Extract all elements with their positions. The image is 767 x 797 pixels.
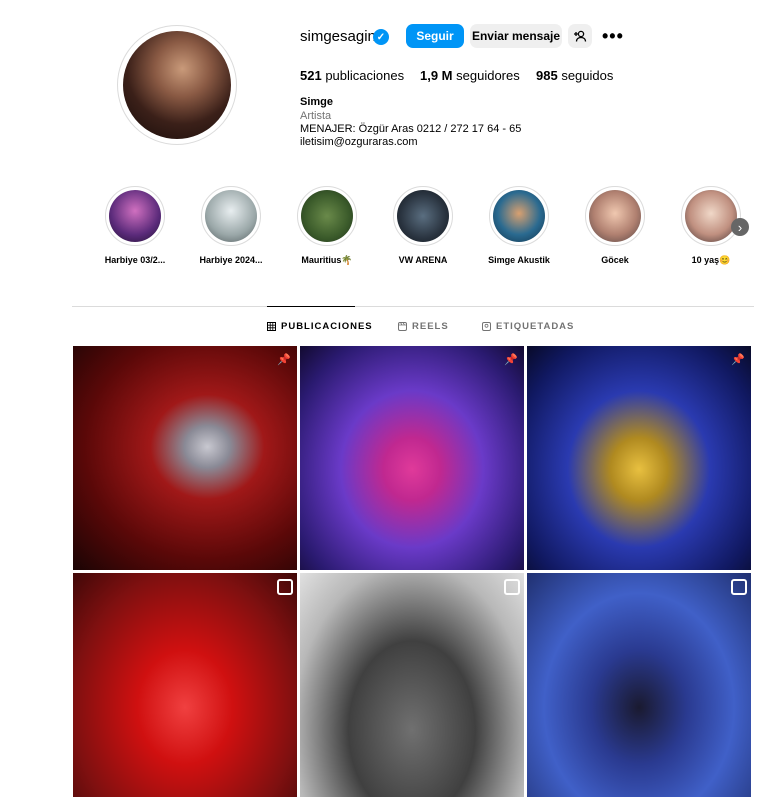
highlight-item[interactable]: VW ARENA [383,186,463,265]
reels-icon [398,322,407,331]
following-stat[interactable]: 985 seguidos [536,68,613,83]
avatar-image [123,31,231,139]
username: simgesagin [300,28,376,45]
clip-icon [504,579,520,595]
post-thumbnail[interactable] [300,573,524,797]
following-count: 985 [536,68,558,83]
highlight-ring [297,186,357,246]
highlight-ring [489,186,549,246]
followers-count: 1,9 M [420,68,453,83]
tagged-icon [482,322,491,331]
pin-icon: 📌 [731,353,745,366]
followers-label: seguidores [456,68,520,83]
bio-name: Simge [300,96,334,108]
clip-icon [731,579,747,595]
follow-button[interactable]: Seguir [406,24,464,48]
tab-label: PUBLICACIONES [281,321,373,332]
followers-stat[interactable]: 1,9 M seguidores [420,68,520,83]
chevron-right-icon[interactable]: › [731,218,749,236]
highlight-label: Simge Akustik [488,255,550,265]
highlight-image [205,190,257,242]
highlight-ring [105,186,165,246]
bio-manager: MENAJER: Özgür Aras 0212 / 272 17 64 - 6… [300,123,522,135]
tab-label: REELS [412,321,449,332]
bio-category: Artista [300,110,332,122]
highlight-image [685,190,737,242]
highlight-item[interactable]: Göcek [575,186,655,265]
following-label: seguidos [561,68,614,83]
highlight-label: Göcek [601,255,629,265]
clip-icon-shape [731,579,747,595]
highlight-ring [585,186,645,246]
highlight-item[interactable]: Simge Akustik [479,186,559,265]
tab-reels[interactable]: REELS [398,321,449,332]
highlight-image [397,190,449,242]
highlight-item[interactable]: Mauritius🌴 [287,186,367,266]
posts-label: publicaciones [325,68,405,83]
posts-stat: 521 publicaciones [300,68,404,83]
active-tab-indicator [267,306,355,307]
highlight-label: Harbiye 03/2... [104,255,166,265]
add-person-icon[interactable] [568,24,592,48]
send-message-button[interactable]: Enviar mensaje [470,24,562,48]
highlight-item[interactable]: Harbiye 2024... [191,186,271,265]
highlight-item[interactable]: Harbiye 03/2... [95,186,175,265]
more-options-icon[interactable]: ••• [602,26,624,47]
posts-count: 521 [300,68,322,83]
grid-icon [267,322,276,331]
clip-icon-shape [504,579,520,595]
highlight-label: 10 yaş😊 [691,255,731,265]
post-thumbnail[interactable] [527,573,751,797]
highlight-image [109,190,161,242]
highlight-image [493,190,545,242]
highlight-ring [201,186,261,246]
tabs-divider [72,306,754,307]
post-thumbnail[interactable]: 📌 [527,346,751,570]
highlight-label: VW ARENA [398,255,448,265]
verified-badge-icon: ✓ [373,29,389,45]
highlight-label: Mauritius🌴 [301,255,353,265]
tab-tagged[interactable]: ETIQUETADAS [482,321,574,332]
highlight-image [301,190,353,242]
profile-avatar[interactable] [117,25,237,145]
post-thumbnail[interactable]: 📌 [73,346,297,570]
post-thumbnail[interactable] [73,573,297,797]
clip-icon [277,579,293,595]
tab-label: ETIQUETADAS [496,321,575,332]
highlight-ring [393,186,453,246]
highlight-ring [681,186,741,246]
highlight-image [589,190,641,242]
tab-posts[interactable]: PUBLICACIONES [267,321,373,332]
bio-email: iletisim@ozguraras.com [300,136,418,148]
post-thumbnail[interactable]: 📌 [300,346,524,570]
clip-icon-shape [277,579,293,595]
pin-icon: 📌 [277,353,291,366]
add-person-glyph [574,30,587,42]
highlight-label: Harbiye 2024... [199,255,263,265]
pin-icon: 📌 [504,353,518,366]
